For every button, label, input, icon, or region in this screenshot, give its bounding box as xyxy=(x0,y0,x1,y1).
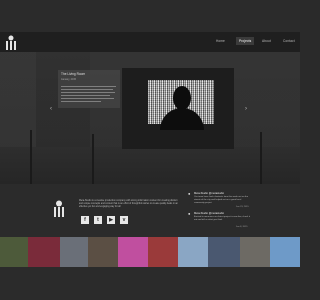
photo-rainbow[interactable] xyxy=(118,237,148,267)
panel-text-line xyxy=(61,95,110,96)
project-date: January, 2015 xyxy=(61,78,76,81)
silhouette-head xyxy=(173,86,191,110)
chevron-left-icon[interactable]: ‹ xyxy=(50,106,52,112)
photo-blue-sky[interactable] xyxy=(270,237,300,267)
twitter-icon[interactable]: t xyxy=(94,216,102,224)
photo-lights[interactable] xyxy=(148,237,178,267)
nav-contact[interactable]: Contact xyxy=(283,39,295,43)
tweet-author[interactable]: Meta-Studio @metastudio xyxy=(194,192,224,195)
hero-post xyxy=(260,132,262,184)
nav-home[interactable]: Home xyxy=(216,39,225,43)
panel-text-line xyxy=(61,98,114,99)
hero-post xyxy=(92,134,94,184)
project-title: The Living Room xyxy=(61,72,86,76)
site-logo[interactable] xyxy=(4,35,18,51)
hero-post xyxy=(30,130,32,184)
photo-red-fruit[interactable] xyxy=(28,237,60,267)
footer-about-text: Meta-Studio is a creative production com… xyxy=(79,200,178,208)
site-footer xyxy=(0,184,300,237)
vimeo-icon[interactable]: v xyxy=(120,216,128,224)
youtube-icon[interactable]: ▶ xyxy=(107,216,115,224)
photo-sky[interactable] xyxy=(178,237,208,267)
photo-festival[interactable] xyxy=(208,237,240,267)
photo-market[interactable] xyxy=(0,237,28,267)
photo-people[interactable] xyxy=(240,237,270,267)
nav-projects[interactable]: Projects xyxy=(236,37,255,45)
page-bottom xyxy=(0,267,300,300)
site-header xyxy=(0,32,300,52)
tweet-text: Our team have had a fantastic time this … xyxy=(194,196,249,204)
footer-logo xyxy=(54,200,64,217)
chevron-right-icon[interactable]: › xyxy=(245,106,247,112)
facebook-icon[interactable]: f xyxy=(81,216,89,224)
tweet-text: Excited to announce our latest project i… xyxy=(194,216,250,221)
hero-field xyxy=(0,147,300,184)
nav-about[interactable]: About xyxy=(262,39,271,43)
photo-crowd[interactable] xyxy=(88,237,118,267)
panel-text-line xyxy=(61,86,116,87)
twitter-icon: ● xyxy=(188,211,191,216)
tweet-date: Jan 8, 2015 xyxy=(236,226,248,228)
tweet-date: Jan 23, 2015 xyxy=(236,206,249,208)
panel-text-line xyxy=(61,92,115,93)
panel-text-line xyxy=(61,101,101,102)
twitter-icon: ● xyxy=(188,191,191,196)
photo-street[interactable] xyxy=(60,237,88,267)
photo-strip xyxy=(0,237,300,267)
tweet-author[interactable]: Meta-Studio @metastudio xyxy=(194,212,224,215)
panel-text-line xyxy=(61,89,113,90)
